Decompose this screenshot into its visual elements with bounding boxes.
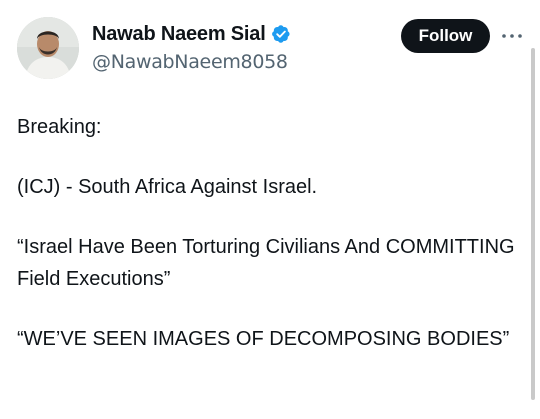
tweet-paragraph: (ICJ) - South Africa Against Israel.: [17, 176, 318, 198]
tweet-paragraph: “WE’VE SEEN IMAGES OF DECOMPOSING BODIES…: [17, 328, 510, 350]
tweet-header: Nawab Naeem Sial @NawabNaeem8058 Follow: [17, 17, 527, 81]
more-horizontal-icon[interactable]: [501, 25, 523, 47]
avatar-image: [17, 17, 79, 79]
tweet-card: Nawab Naeem Sial @NawabNaeem8058 Follow …: [0, 0, 540, 419]
tweet-paragraph: “Israel Have Been Torturing Civilians An…: [17, 236, 515, 290]
tweet-text: Breaking: (ICJ) - South Africa Against I…: [17, 111, 517, 383]
follow-button[interactable]: Follow: [401, 19, 490, 53]
scrollbar[interactable]: [531, 48, 535, 400]
author-names: Nawab Naeem Sial @NawabNaeem8058: [92, 21, 291, 73]
avatar[interactable]: [17, 17, 79, 79]
tweet-paragraph: Breaking:: [17, 116, 102, 138]
display-name-row: Nawab Naeem Sial: [92, 21, 291, 47]
verified-badge-icon[interactable]: [271, 24, 291, 44]
author-handle[interactable]: @NawabNaeem8058: [92, 51, 291, 73]
display-name[interactable]: Nawab Naeem Sial: [92, 23, 266, 46]
